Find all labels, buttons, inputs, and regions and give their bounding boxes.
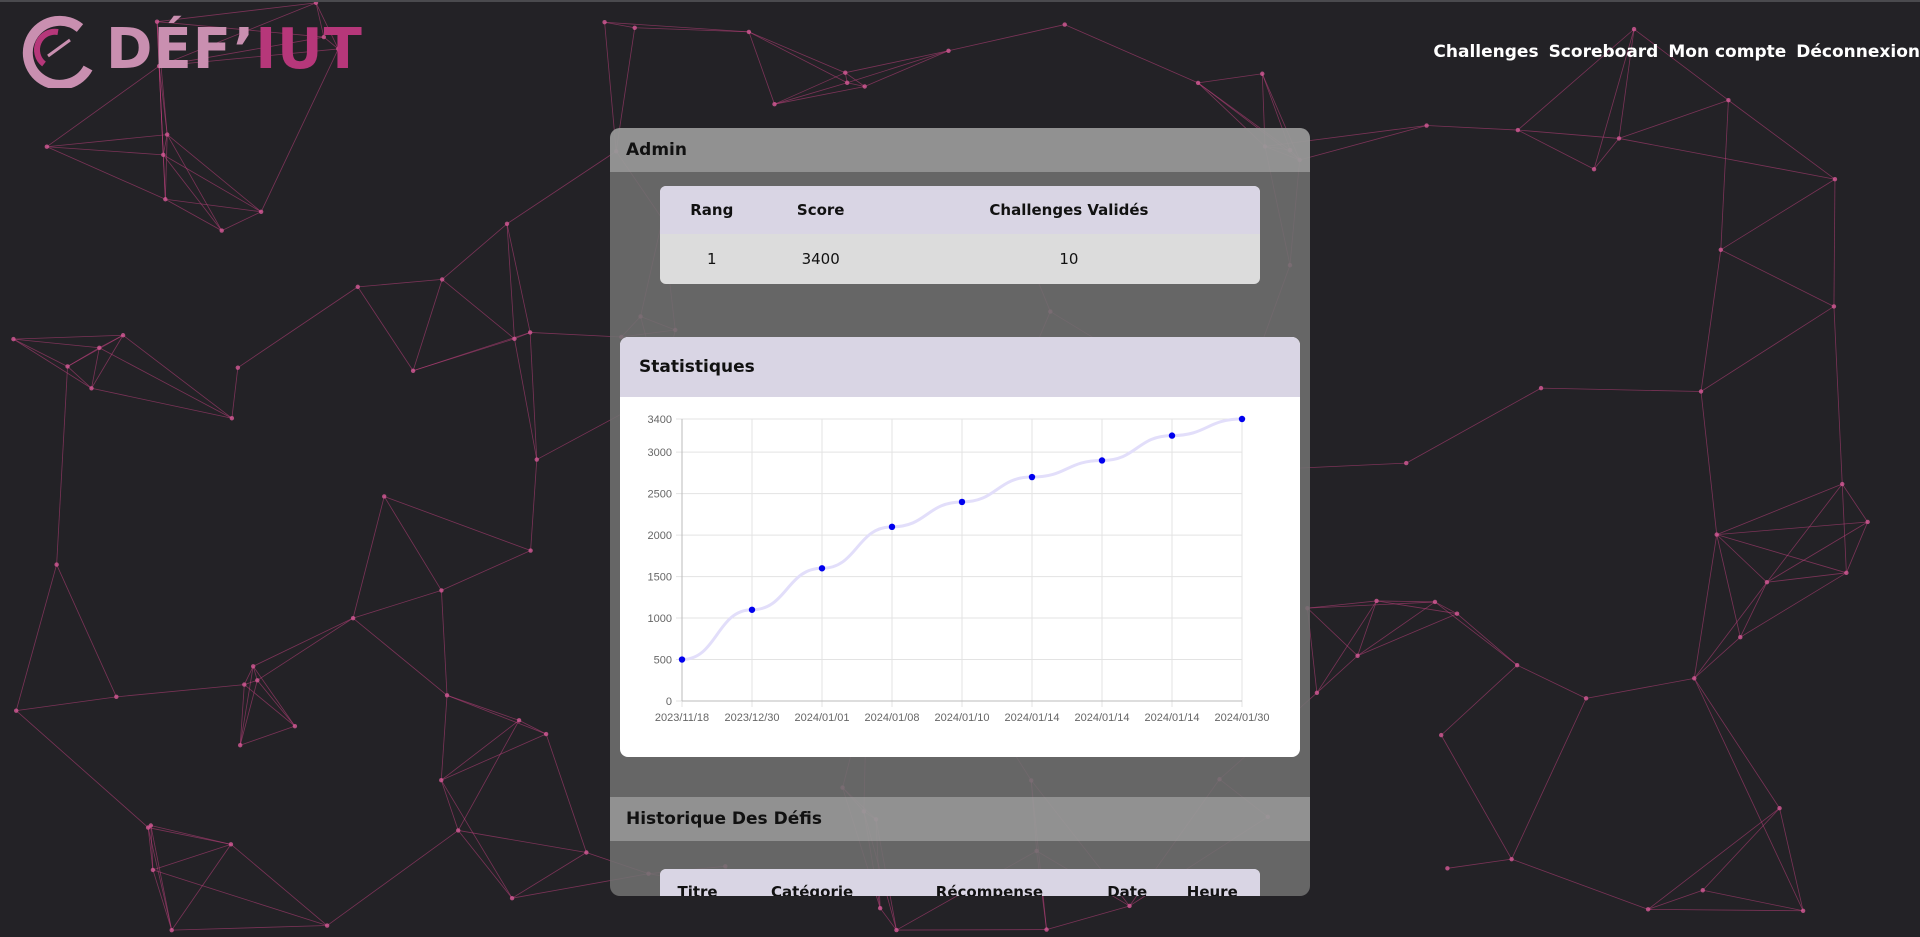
col-challenges-valides: Challenges Validés: [877, 186, 1260, 234]
col-date: Date: [1089, 869, 1165, 896]
y-tick-label: 1000: [648, 613, 672, 625]
y-tick-label: 1500: [648, 572, 672, 584]
x-tick-label: 2023/11/18: [655, 712, 709, 724]
x-tick-label: 2023/12/30: [724, 712, 779, 724]
data-point[interactable]: [1238, 415, 1246, 423]
x-tick-label: 2024/01/14: [1074, 712, 1129, 724]
data-point[interactable]: [958, 498, 966, 506]
validated-count-value: 10: [1059, 250, 1079, 268]
nav-challenges[interactable]: Challenges: [1433, 42, 1538, 62]
profile-stats-table: Rang Score Challenges Validés 1 3400 10: [660, 186, 1260, 284]
x-tick-label: 2024/01/08: [864, 712, 919, 724]
col-score: Score: [763, 186, 878, 234]
y-tick-label: 500: [654, 655, 672, 667]
rank-value: 1: [706, 250, 717, 268]
logo[interactable]: DÉF’IUT: [18, 12, 363, 88]
x-tick-label: 2024/01/14: [1004, 712, 1059, 724]
col-titre: Titre: [660, 869, 736, 896]
x-tick-label: 2024/01/14: [1144, 712, 1199, 724]
table-row: 1 3400 10: [660, 234, 1260, 284]
col-categorie: Catégorie: [735, 869, 890, 896]
nav-deconnexion[interactable]: Déconnexion: [1796, 42, 1920, 62]
col-heure: Heure: [1164, 869, 1260, 896]
y-tick-label: 0: [666, 696, 672, 708]
y-tick-label: 3400: [648, 414, 672, 426]
y-tick-label: 2000: [648, 530, 672, 542]
score-line-chart: 0 500 1000 1500 2000 2500 3000 3400 2023/11/18 20…: [648, 414, 1270, 724]
data-point[interactable]: [888, 523, 896, 531]
nav-scoreboard[interactable]: Scoreboard: [1549, 42, 1659, 62]
logo-text: DÉF’IUT: [106, 17, 363, 82]
main-nav: Challenges Scoreboard Mon compte Déconne…: [1433, 42, 1920, 62]
chart-grid: [676, 418, 1243, 707]
data-point[interactable]: [1168, 432, 1176, 439]
history-heading: Historique Des Défis: [610, 797, 1310, 841]
x-tick-label: 2024/01/30: [1214, 712, 1269, 724]
col-recompense: Récompense: [889, 869, 1090, 896]
logo-ring-icon: [22, 15, 93, 88]
statistics-title: Statistiques: [620, 337, 1300, 397]
y-tick-label: 3000: [648, 447, 672, 459]
nav-mon-compte[interactable]: Mon compte: [1668, 42, 1786, 62]
data-point[interactable]: [818, 565, 826, 572]
score-value: 3400: [801, 250, 840, 268]
data-point[interactable]: [748, 606, 756, 613]
username-heading: Admin: [610, 128, 1310, 172]
history-table: Titre Catégorie Récompense Date Heure: [660, 869, 1260, 896]
x-tick-label: 2024/01/10: [934, 712, 989, 724]
data-point[interactable]: [1028, 473, 1036, 481]
data-point[interactable]: [1098, 457, 1106, 464]
statistics-card: Statistiques 0 500 1000 1500 2000 2500 3000 340…: [620, 337, 1300, 757]
account-panel: Admin Rang Score Challenges Validés 1 34…: [610, 128, 1310, 896]
data-point[interactable]: [678, 656, 686, 663]
x-tick-label: 2024/01/01: [794, 712, 849, 724]
col-rang: Rang: [660, 186, 764, 234]
y-tick-label: 2500: [648, 489, 672, 501]
